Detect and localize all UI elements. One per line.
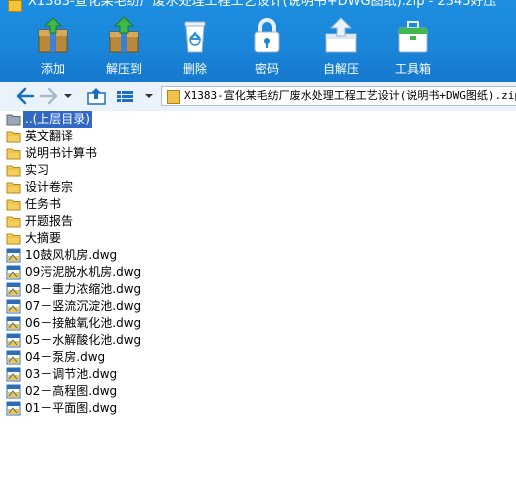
self-extract-label: 自解压 xyxy=(322,62,359,76)
zip-archive-icon xyxy=(167,90,180,104)
add-button[interactable]: 添加 xyxy=(16,12,90,82)
up-folder-icon xyxy=(87,88,106,105)
folder-icon xyxy=(6,165,21,177)
dwg-file-icon xyxy=(6,401,21,421)
parent-folder-icon xyxy=(6,114,21,126)
address-bar: X1383-宣化某毛纺厂废水处理工程工艺设计(说明书+DWG图纸).zip xyxy=(0,82,516,112)
folder-icon xyxy=(6,131,21,143)
view-list-icon xyxy=(117,91,133,102)
dwg-file-icon xyxy=(6,282,21,297)
path-text: X1383-宣化某毛纺厂废水处理工程工艺设计(说明书+DWG图纸).zip xyxy=(184,89,516,102)
lock-icon xyxy=(254,18,280,53)
up-folder-button[interactable] xyxy=(86,86,108,106)
add-archive-icon xyxy=(38,17,68,53)
dwg-file-icon xyxy=(6,265,21,280)
dwg-file-icon xyxy=(6,401,21,416)
password-label: 密码 xyxy=(254,62,279,76)
item-name: 大摘要 xyxy=(25,231,62,245)
add-label: 添加 xyxy=(40,62,65,76)
dwg-file-icon xyxy=(6,350,21,365)
toolbar: 添加 解压到 删除 密码 自解压 工具箱 xyxy=(0,12,516,82)
history-dropdown[interactable] xyxy=(62,86,74,106)
back-arrow-icon xyxy=(16,87,35,105)
toolbox-label: 工具箱 xyxy=(394,62,431,76)
chevron-down-icon xyxy=(145,94,153,98)
item-name: 设计卷宗 xyxy=(25,180,74,194)
folder-icon xyxy=(6,148,21,160)
folder-icon xyxy=(6,182,21,194)
item-name: 03－调节池.dwg xyxy=(25,367,118,381)
item-name: 06－接触氧化池.dwg xyxy=(25,316,142,330)
extract-to-button[interactable]: 解压到 xyxy=(87,12,161,82)
extract-to-label: 解压到 xyxy=(105,62,142,76)
folder-icon xyxy=(6,233,21,245)
toolbox-button[interactable]: 工具箱 xyxy=(376,12,450,82)
forward-button[interactable] xyxy=(38,86,60,106)
item-name: 任务书 xyxy=(25,197,62,211)
toolbox-icon xyxy=(398,21,428,53)
item-name: 07－竖流沉淀池.dwg xyxy=(25,299,142,313)
app-logo-icon xyxy=(8,0,22,12)
title-bar[interactable]: X1383-宣化某毛纺厂废水处理工程工艺设计(说明书+DWG图纸).zip - … xyxy=(0,0,516,12)
item-name: ..(上层目录) xyxy=(22,110,93,129)
back-button[interactable] xyxy=(14,86,36,106)
dwg-file-icon xyxy=(6,384,21,399)
recycle-bin-icon xyxy=(184,21,206,53)
self-extract-icon xyxy=(325,17,357,53)
path-field[interactable]: X1383-宣化某毛纺厂废水处理工程工艺设计(说明书+DWG图纸).zip xyxy=(161,86,516,106)
dwg-file-icon xyxy=(6,367,21,382)
chevron-down-icon xyxy=(64,94,72,98)
dwg-file-icon xyxy=(6,316,21,331)
delete-label: 删除 xyxy=(182,62,207,76)
self-extract-button[interactable]: 自解压 xyxy=(304,12,378,82)
extract-to-icon xyxy=(109,16,139,53)
folder-icon xyxy=(6,216,21,228)
item-name: 实习 xyxy=(25,163,50,177)
file-list: ..(上层目录) 英文翻译说明书计算书 实习设计卷宗任务书开题报告大摘要 10鼓风机房… xyxy=(0,110,516,490)
delete-button[interactable]: 删除 xyxy=(158,12,232,82)
dwg-file-icon xyxy=(6,299,21,314)
dwg-file-icon xyxy=(6,333,21,348)
window-title: X1383-宣化某毛纺厂废水处理工程工艺设计(说明书+DWG图纸).zip - … xyxy=(28,0,497,9)
password-button[interactable]: 密码 xyxy=(230,12,304,82)
item-name: 09污泥脱水机房.dwg xyxy=(25,265,142,279)
view-mode-button[interactable] xyxy=(114,86,136,106)
item-name: 说明书计算书 xyxy=(25,146,98,160)
dwg-file-icon xyxy=(6,248,21,263)
item-name: 08－重力浓缩池.dwg xyxy=(25,282,142,296)
item-name: 10鼓风机房.dwg xyxy=(25,248,118,262)
item-name: 英文翻译 xyxy=(25,129,74,143)
view-mode-dropdown[interactable] xyxy=(142,86,156,106)
item-name: 04－泵房.dwg xyxy=(25,350,106,364)
folder-icon xyxy=(6,199,21,211)
item-name: 开题报告 xyxy=(25,214,74,228)
item-name: 01－平面图.dwg xyxy=(25,401,118,415)
forward-arrow-icon xyxy=(39,87,58,105)
window-header: X1383-宣化某毛纺厂废水处理工程工艺设计(说明书+DWG图纸).zip - … xyxy=(0,0,516,82)
item-name: 05－水解酸化池.dwg xyxy=(25,333,142,347)
item-name: 02－高程图.dwg xyxy=(25,384,118,398)
